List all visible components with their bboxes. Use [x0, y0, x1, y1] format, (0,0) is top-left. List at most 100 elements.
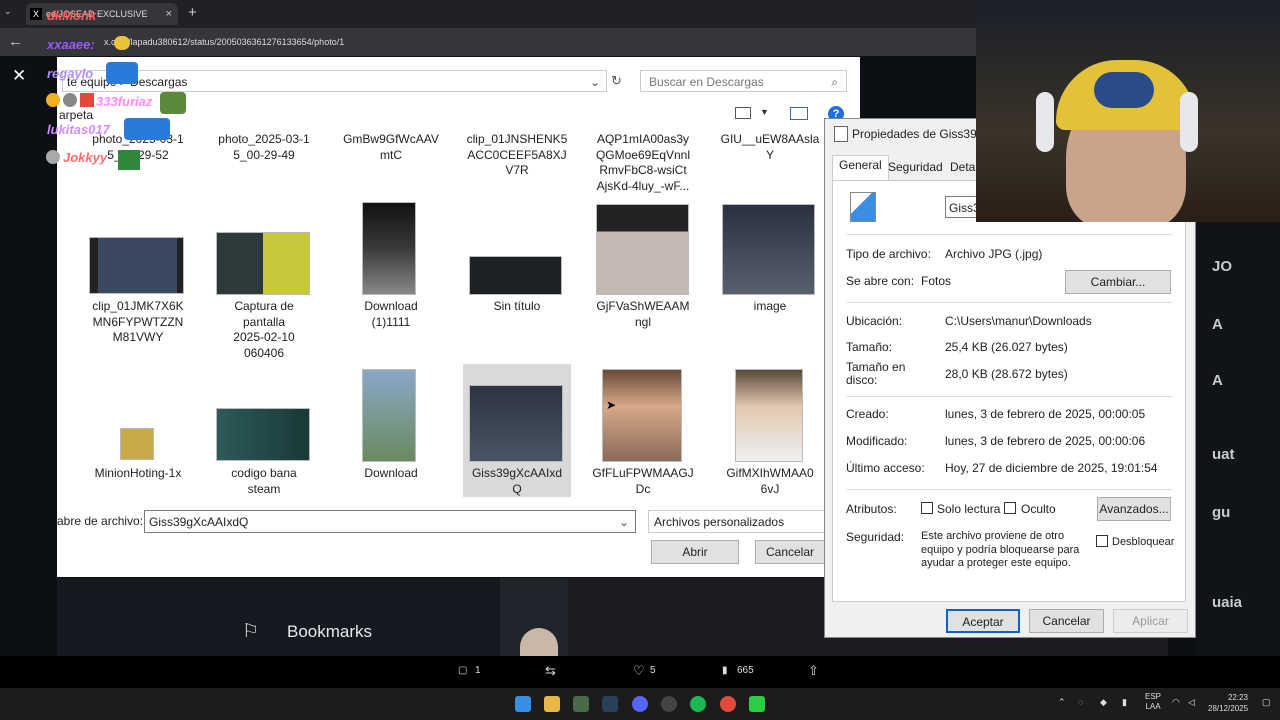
badge-icon — [80, 93, 94, 107]
file-name[interactable]: Download (1)1111 — [337, 299, 445, 330]
file-name[interactable]: Giss39gXcAAIxd Q — [463, 466, 571, 497]
file-name[interactable]: GjFVaShWEAAM ngl — [589, 299, 697, 330]
mic-icon[interactable]: ▮ — [1122, 697, 1127, 708]
wifi-icon[interactable]: ◠ — [1172, 697, 1180, 708]
share-icon[interactable]: ⇧ — [808, 663, 819, 679]
open-button[interactable]: Abrir — [651, 540, 739, 564]
file-name[interactable]: GifMXIhWMAA0 6vJ — [716, 466, 824, 497]
file-name[interactable]: Sin título — [463, 299, 571, 315]
aceptar-button[interactable]: Aceptar — [946, 609, 1020, 633]
file-name[interactable]: Captura de pantalla 2025-02-10 060406 — [210, 299, 318, 361]
network-icon[interactable]: ◌ — [1078, 697, 1083, 707]
headphones — [1036, 92, 1054, 152]
preview-pane-icon[interactable] — [790, 107, 808, 120]
file-name[interactable]: GfFLuFPWMAAGJ Dc — [589, 466, 697, 497]
search-input[interactable]: Buscar en Descargas ⌕ — [640, 70, 847, 92]
chevron-down-icon[interactable]: ▼ — [760, 107, 769, 117]
divider — [846, 302, 1172, 303]
solo-lectura-checkbox[interactable] — [921, 502, 933, 514]
file-name[interactable]: codigo bana steam — [210, 466, 318, 497]
notifications-icon[interactable]: ▢ — [1262, 697, 1271, 708]
refresh-icon[interactable]: ↻ — [611, 73, 622, 89]
url-field[interactable]: x.com/lapadu380612/status/20050363612761… — [104, 37, 344, 47]
divider — [846, 489, 1172, 490]
tab-seguridad[interactable]: Seguridad — [882, 158, 949, 176]
tab-general[interactable]: General — [832, 155, 889, 180]
image-thumbnail[interactable] — [596, 204, 689, 295]
file-name[interactable]: GmBw9GfWcAAV mtC — [337, 132, 445, 163]
like-icon[interactable]: ♡ — [633, 663, 645, 679]
abre-value: Fotos — [921, 274, 952, 288]
image-thumbnail[interactable] — [362, 369, 416, 462]
seguridad-label: Seguridad: — [846, 530, 905, 544]
obs-icon[interactable] — [661, 696, 677, 712]
new-tab-button[interactable]: + — [188, 4, 197, 21]
tab-search-icon[interactable]: ⌄ — [4, 6, 12, 17]
view-options-icon[interactable] — [735, 107, 751, 119]
x-logo-icon: X — [30, 8, 42, 20]
image-thumbnail[interactable] — [362, 202, 416, 295]
reply-icon[interactable]: ▢ — [458, 665, 467, 676]
file-name[interactable]: image — [716, 299, 824, 315]
tamano-disco-label: Tamaño en disco: — [846, 360, 906, 387]
volume-icon[interactable]: ◁ — [1188, 697, 1195, 708]
spotify-icon[interactable] — [690, 696, 706, 712]
chrome-icon[interactable] — [720, 696, 736, 712]
chevron-down-icon[interactable]: ⌄ — [590, 71, 600, 93]
file-name[interactable]: clip_01JNSHENK5 ACC0CEEF5A8XJ V7R — [463, 132, 571, 179]
image-thumbnail[interactable] — [722, 204, 815, 295]
filename-input[interactable]: Giss39gXcAAIxdQ ⌄ — [144, 510, 636, 533]
file-name[interactable]: clip_01JMK7X6K MN6FYPWTZZN M81VWY — [84, 299, 192, 346]
tray-chevron-icon[interactable]: ⌃ — [1058, 697, 1066, 708]
image-thumbnail[interactable] — [602, 369, 682, 462]
file-name[interactable]: Download — [337, 466, 445, 482]
image-thumbnail[interactable] — [216, 408, 310, 461]
trend-letter: gu — [1212, 504, 1231, 521]
cancel-button[interactable]: Cancelar — [755, 540, 825, 564]
bookmark-icon: ⚐ — [242, 621, 260, 642]
image-thumbnail[interactable] — [216, 232, 310, 295]
divider — [846, 234, 1172, 235]
discord-icon[interactable] — [632, 696, 648, 712]
retweet-icon[interactable]: ⇆ — [545, 663, 556, 679]
app-icon[interactable] — [573, 696, 589, 712]
avanzados-button[interactable]: Avanzados... — [1097, 497, 1171, 521]
emote-icon — [124, 118, 170, 140]
file-name[interactable]: GIU__uEW8AAsla Y — [716, 132, 824, 163]
filetype-select[interactable]: Archivos personalizados — [648, 510, 828, 533]
cancelar-button[interactable]: Cancelar — [1029, 609, 1104, 633]
back-arrow-icon[interactable]: ← — [8, 33, 23, 50]
tamano-label: Tamaño: — [846, 340, 893, 354]
steam-icon[interactable] — [602, 696, 618, 712]
oculto-checkbox[interactable] — [1004, 502, 1016, 514]
new-folder-label[interactable]: arpeta — [59, 108, 93, 122]
image-thumbnail[interactable] — [469, 385, 563, 462]
tray-app-icon[interactable]: ◆ — [1100, 697, 1107, 708]
desbloquear-label: Desbloquear — [1112, 536, 1175, 548]
path-breadcrumb[interactable]: te equipo > Descargas ⌄ — [62, 70, 607, 92]
chevron-down-icon[interactable]: ⌄ — [619, 511, 629, 533]
clock[interactable]: 22:23 28/12/2025 — [1208, 692, 1248, 714]
image-thumbnail[interactable] — [735, 369, 803, 462]
kick-icon[interactable] — [749, 696, 765, 712]
windows-start-icon[interactable] — [515, 696, 531, 712]
file-explorer-icon[interactable] — [544, 696, 560, 712]
tab-close-icon[interactable]: × — [166, 3, 172, 25]
modificado-label: Modificado: — [846, 434, 908, 448]
abre-label: Se abre con: — [846, 274, 915, 288]
bookmarks-link[interactable]: Bookmarks — [287, 622, 372, 642]
aplicar-button[interactable]: Aplicar — [1113, 609, 1188, 633]
image-thumbnail[interactable] — [469, 256, 562, 295]
atributos-label: Atributos: — [846, 502, 897, 516]
cambiar-button[interactable]: Cambiar... — [1065, 270, 1171, 294]
oculto-label: Oculto — [1021, 502, 1056, 516]
file-name[interactable]: photo_2025-03-1 5_00-29-49 — [210, 132, 318, 163]
file-name[interactable]: AQP1mIA00as3y QGMoe69EqVnnl RmvFbC8-wsiC… — [589, 132, 697, 194]
video-thumbnail[interactable] — [89, 237, 184, 294]
close-icon[interactable]: ✕ — [12, 66, 26, 86]
file-name[interactable]: MinionHoting-1x — [84, 466, 192, 482]
image-thumbnail[interactable] — [120, 428, 154, 460]
file-name-field[interactable]: Giss3 — [945, 196, 977, 218]
desbloquear-checkbox[interactable] — [1096, 535, 1108, 547]
language-indicator[interactable]: ESP LAA — [1145, 692, 1161, 712]
